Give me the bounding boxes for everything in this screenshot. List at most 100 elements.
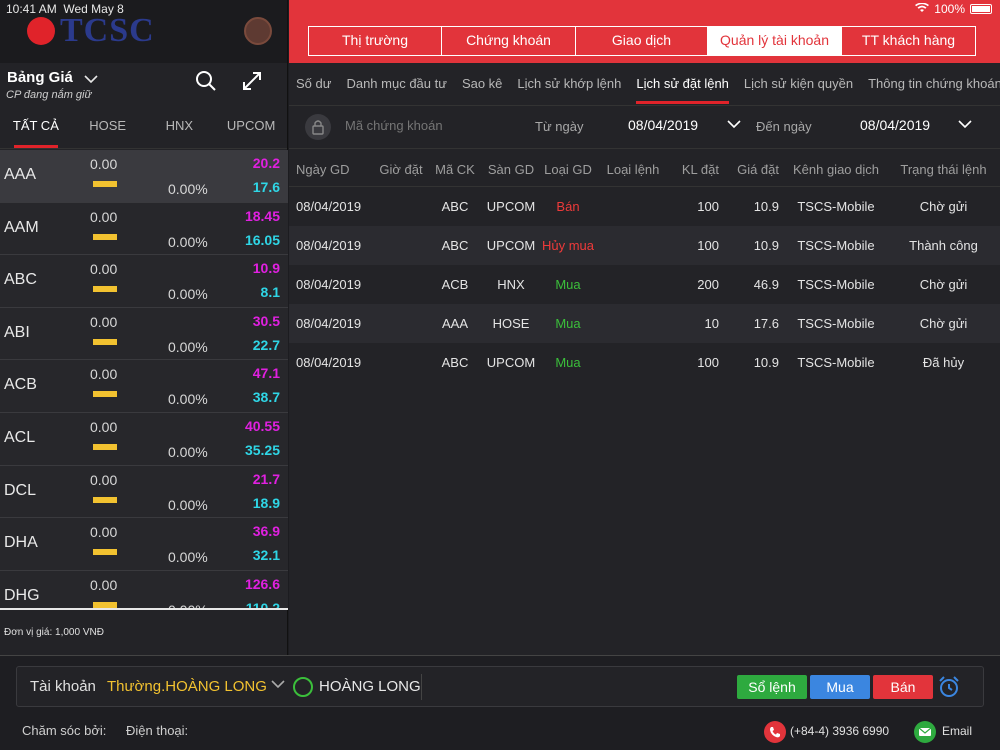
- user-avatar[interactable]: [244, 17, 272, 45]
- tab-all[interactable]: TẤT CẢ: [0, 106, 72, 148]
- chevron-down-icon[interactable]: [271, 676, 285, 693]
- stock-code: DHA: [4, 534, 38, 552]
- symbol-search-input[interactable]: [345, 118, 505, 133]
- stock-code: AAA: [4, 166, 37, 183]
- stock-change: 0.00: [90, 576, 118, 593]
- table-row[interactable]: 08/04/2019 ABC UPCOM Mua 100 10.9 TSCS-M…: [289, 343, 1000, 382]
- filter-bar: Từ ngày 08/04/2019 Đến ngày 08/04/2019: [289, 106, 1000, 149]
- stock-row[interactable]: ACB 0.00 0.00% 47.1 38.7: [0, 360, 288, 413]
- tab-portfolio[interactable]: Danh mục đầu tư: [346, 64, 446, 104]
- stock-code: AAM: [4, 218, 39, 236]
- change-bar: [93, 338, 117, 345]
- price-unit-note: Đơn vị giá: 1,000 VNĐ: [4, 627, 104, 638]
- order-history-table: Ngày GD Giờ đặt Mã CK Sàn GD Loại GD Loạ…: [289, 153, 1000, 382]
- cell-symbol: ABC: [441, 238, 469, 253]
- email-icon[interactable]: [914, 721, 936, 743]
- ceiling-price: 20.2: [252, 155, 280, 171]
- cell-date: 08/04/2019: [296, 238, 362, 253]
- to-date-label: Đến ngày: [756, 119, 812, 134]
- stock-change: 0.00: [90, 418, 118, 435]
- cell-exchange: UPCOM: [486, 199, 536, 214]
- hotline-number[interactable]: (+84-4) 3936 6990: [790, 724, 889, 738]
- stock-row[interactable]: ABI 0.00 0.00% 30.5 22.7: [0, 307, 288, 361]
- tab-balance[interactable]: Số dư: [296, 64, 331, 104]
- cell-quantity: 10: [704, 316, 719, 331]
- buy-button[interactable]: Mua: [810, 675, 870, 699]
- stock-code: ABC: [4, 271, 37, 289]
- account-footer: Tài khoản Thường.HOÀNG LONG HOÀNG LONG S…: [0, 655, 1000, 750]
- cell-price: 10.9: [753, 355, 779, 370]
- stock-percent: 0.00%: [168, 443, 208, 460]
- account-selector[interactable]: Thường.HOÀNG LONG: [107, 678, 267, 695]
- cell-quantity: 200: [697, 277, 719, 292]
- alarm-clock-icon[interactable]: [937, 675, 961, 699]
- table-row[interactable]: 08/04/2019 ACB HNX Mua 200 46.9 TSCS-Mob…: [289, 265, 1000, 304]
- change-bar: [93, 233, 117, 240]
- tab-upcom[interactable]: UPCOM: [215, 106, 287, 148]
- cell-date: 08/04/2019: [296, 316, 362, 331]
- tab-customer-info[interactable]: TT khách hàng: [842, 27, 975, 55]
- floor-price: 16.05: [244, 231, 280, 248]
- expand-icon[interactable]: [240, 69, 264, 93]
- stock-row[interactable]: AAA 0.00 0.00% 20.2 17.6: [0, 150, 288, 203]
- top-navigation: Thị trường Chứng khoán Giao dịch Quản lý…: [289, 0, 1000, 63]
- chevron-down-icon[interactable]: [727, 116, 741, 132]
- ceiling-price: 47.1: [252, 365, 280, 382]
- board-title[interactable]: Bảng Giá: [7, 69, 73, 86]
- floor-price: 8.1: [260, 284, 280, 301]
- email-link[interactable]: Email: [942, 724, 972, 738]
- tab-securities[interactable]: Chứng khoán: [442, 27, 576, 55]
- table-row[interactable]: 08/04/2019 ABC UPCOM Bán 100 10.9 TSCS-M…: [289, 187, 1000, 226]
- price-board-panel: TCSC Bảng Giá CP đang nắm giữ TẤT CẢ HOS…: [0, 0, 288, 655]
- tab-trading[interactable]: Giao dịch: [576, 27, 708, 55]
- floor-price: 17.6: [252, 179, 280, 195]
- tab-order-history[interactable]: Lịch sử đặt lệnh: [636, 64, 729, 104]
- col-price: Giá đặt: [737, 162, 779, 177]
- tab-statement[interactable]: Sao kê: [462, 64, 502, 104]
- table-row[interactable]: 08/04/2019 ABC UPCOM Hủy mua 100 10.9 TS…: [289, 226, 1000, 265]
- floor-price: 22.7: [252, 336, 280, 353]
- stock-row[interactable]: ABC 0.00 0.00% 10.9 8.1: [0, 255, 288, 308]
- chevron-down-icon[interactable]: [958, 116, 972, 132]
- cell-price: 46.9: [753, 277, 779, 292]
- cell-status: Đã hủy: [922, 355, 965, 370]
- tab-securities-info[interactable]: Thông tin chứng khoán: [868, 64, 1000, 104]
- table-header: Ngày GD Giờ đặt Mã CK Sàn GD Loại GD Loạ…: [289, 153, 1000, 187]
- ceiling-price: 36.9: [252, 523, 280, 540]
- tab-hnx[interactable]: HNX: [144, 106, 216, 148]
- change-bar: [93, 286, 117, 293]
- cell-quantity: 100: [697, 355, 719, 370]
- search-icon[interactable]: [194, 69, 218, 93]
- sell-button[interactable]: Bán: [873, 675, 933, 699]
- cell-status: Chờ gửi: [919, 277, 968, 292]
- stock-code: ACL: [4, 428, 36, 446]
- phone-icon[interactable]: [764, 721, 786, 743]
- care-by-label: Chăm sóc bởi:: [22, 723, 107, 738]
- tab-account-management[interactable]: Quản lý tài khoản: [708, 27, 842, 55]
- col-symbol: Mã CK: [435, 162, 475, 177]
- stock-row[interactable]: DHA 0.00 0.00% 36.9 32.1: [0, 518, 288, 571]
- wifi-icon: [915, 2, 930, 16]
- table-row[interactable]: 08/04/2019 AAA HOSE Mua 10 17.6 TSCS-Mob…: [289, 304, 1000, 343]
- stock-change: 0.00: [90, 156, 118, 172]
- tab-match-history[interactable]: Lịch sử khớp lệnh: [517, 64, 621, 104]
- cell-symbol: ABC: [441, 355, 469, 370]
- stock-row[interactable]: ACL 0.00 0.00% 40.55 35.25: [0, 412, 288, 466]
- change-bar: [93, 601, 117, 608]
- to-date-value[interactable]: 08/04/2019: [860, 117, 930, 133]
- stock-row[interactable]: DHG 0.00 0.00% 126.6 110.2: [0, 570, 288, 610]
- floor-price: 18.9: [252, 494, 280, 511]
- divider: [421, 674, 422, 700]
- cell-trade-type: Bán: [556, 199, 580, 214]
- col-quantity: KL đặt: [681, 162, 719, 177]
- from-date-value[interactable]: 08/04/2019: [628, 117, 698, 133]
- tab-rights-history[interactable]: Lịch sử kiện quyền: [744, 64, 853, 104]
- battery-percent: 100%: [934, 2, 965, 16]
- stock-row[interactable]: AAM 0.00 0.00% 18.45 16.05: [0, 202, 288, 256]
- stock-row[interactable]: DCL 0.00 0.00% 21.7 18.9: [0, 465, 288, 519]
- chevron-down-icon[interactable]: [84, 71, 98, 87]
- order-book-button[interactable]: Sổ lệnh: [737, 675, 807, 699]
- account-label: Tài khoản: [30, 678, 96, 695]
- tab-market[interactable]: Thị trường: [309, 27, 442, 55]
- tab-hose[interactable]: HOSE: [72, 106, 144, 148]
